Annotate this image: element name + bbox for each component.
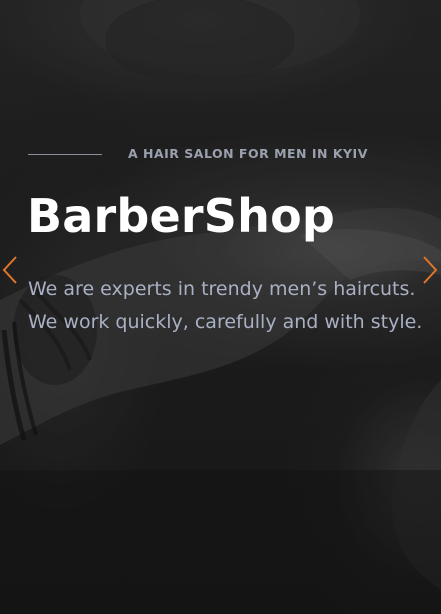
hero-tagline: A HAIR SALON FOR MEN IN KYIV bbox=[128, 146, 368, 161]
chevron-left-icon bbox=[2, 256, 17, 284]
tagline-row: A HAIR SALON FOR MEN IN KYIV bbox=[28, 146, 428, 164]
slider-prev-button[interactable] bbox=[0, 254, 20, 286]
hero-slider: A HAIR SALON FOR MEN IN KYIV BarberShop … bbox=[0, 0, 441, 614]
hero-description: We are experts in trendy men’s haircuts.… bbox=[28, 278, 423, 333]
slider-next-button[interactable] bbox=[420, 254, 440, 286]
tagline-divider bbox=[28, 154, 102, 155]
chevron-right-icon bbox=[423, 256, 438, 284]
hero-title: BarberShop bbox=[27, 189, 336, 243]
